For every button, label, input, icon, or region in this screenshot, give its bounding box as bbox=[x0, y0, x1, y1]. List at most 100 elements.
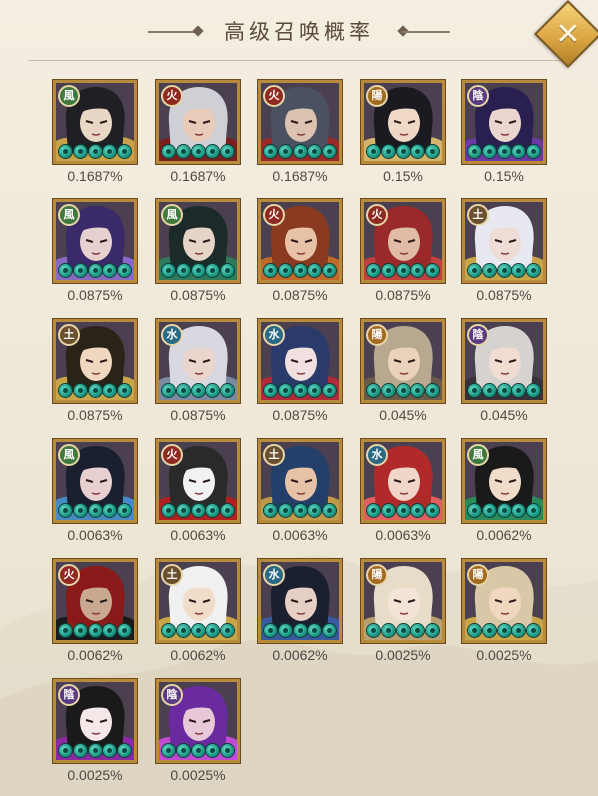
star-icon bbox=[308, 145, 322, 158]
star-icon bbox=[411, 145, 425, 158]
summon-rate-label: 0.1687% bbox=[272, 168, 328, 184]
star-icon bbox=[512, 145, 526, 158]
star-rating bbox=[468, 384, 540, 398]
character-portrait-frame[interactable]: 陰 bbox=[52, 678, 138, 764]
star-icon bbox=[191, 264, 205, 277]
character-portrait-frame[interactable]: 火 bbox=[52, 558, 138, 644]
star-icon bbox=[103, 264, 117, 277]
character-portrait-frame[interactable]: 陰 bbox=[461, 79, 547, 165]
character-portrait-frame[interactable]: 水 bbox=[360, 438, 446, 524]
star-icon bbox=[162, 384, 175, 397]
summon-rate-label: 0.0875% bbox=[170, 407, 226, 423]
star-icon bbox=[162, 504, 175, 517]
character-portrait-frame[interactable]: 風 bbox=[461, 438, 547, 524]
star-icon bbox=[396, 384, 410, 397]
yang-element-icon: 陽 bbox=[467, 564, 489, 586]
star-rating bbox=[367, 145, 439, 159]
star-icon bbox=[293, 264, 307, 277]
star-icon bbox=[264, 145, 277, 158]
star-icon bbox=[191, 744, 205, 757]
wind-element-icon: 風 bbox=[58, 204, 80, 226]
character-portrait-frame[interactable]: 陽 bbox=[360, 79, 446, 165]
star-rating bbox=[59, 384, 131, 398]
character-portrait-frame[interactable]: 土 bbox=[52, 318, 138, 404]
star-icon bbox=[396, 624, 410, 637]
star-icon bbox=[103, 145, 117, 158]
character-portrait-frame[interactable]: 風 bbox=[52, 79, 138, 165]
summon-rate-label: 0.0875% bbox=[67, 287, 123, 303]
star-icon bbox=[468, 384, 481, 397]
character-portrait-frame[interactable]: 風 bbox=[52, 438, 138, 524]
star-icon bbox=[59, 384, 72, 397]
character-portrait-frame[interactable]: 陰 bbox=[461, 318, 547, 404]
star-icon bbox=[411, 504, 425, 517]
star-icon bbox=[73, 264, 87, 277]
star-icon bbox=[278, 145, 292, 158]
character-card: 陽 0.15% bbox=[360, 79, 446, 196]
summon-rate-label: 0.1687% bbox=[67, 168, 123, 184]
star-icon bbox=[221, 744, 234, 757]
star-icon bbox=[426, 145, 439, 158]
summon-rate-label: 0.0025% bbox=[170, 767, 226, 783]
summon-rate-label: 0.0062% bbox=[170, 647, 226, 663]
character-portrait-frame[interactable]: 風 bbox=[155, 198, 241, 284]
character-portrait-frame[interactable]: 火 bbox=[360, 198, 446, 284]
star-icon bbox=[118, 384, 131, 397]
character-portrait-frame[interactable]: 水 bbox=[257, 318, 343, 404]
star-icon bbox=[367, 384, 380, 397]
star-icon bbox=[191, 145, 205, 158]
character-card: 火 0.0062% bbox=[52, 558, 138, 675]
star-icon bbox=[396, 504, 410, 517]
star-icon bbox=[221, 384, 234, 397]
character-card: 水 0.0063% bbox=[360, 438, 446, 555]
star-icon bbox=[527, 504, 540, 517]
star-icon bbox=[206, 744, 220, 757]
water-element-icon: 水 bbox=[161, 324, 183, 346]
star-icon bbox=[206, 504, 220, 517]
character-portrait-frame[interactable]: 土 bbox=[257, 438, 343, 524]
character-card: 火 0.0875% bbox=[360, 198, 446, 315]
star-icon bbox=[162, 264, 175, 277]
character-portrait-frame[interactable]: 土 bbox=[461, 198, 547, 284]
star-icon bbox=[381, 504, 395, 517]
star-icon bbox=[221, 624, 234, 637]
character-portrait-frame[interactable]: 火 bbox=[155, 79, 241, 165]
star-icon bbox=[278, 264, 292, 277]
character-portrait-frame[interactable]: 陽 bbox=[360, 558, 446, 644]
character-portrait-frame[interactable]: 水 bbox=[257, 558, 343, 644]
character-card: 土 0.0062% bbox=[155, 558, 241, 675]
star-rating bbox=[59, 504, 131, 518]
star-icon bbox=[88, 624, 102, 637]
star-icon bbox=[73, 145, 87, 158]
character-portrait-frame[interactable]: 土 bbox=[155, 558, 241, 644]
star-icon bbox=[59, 504, 72, 517]
star-icon bbox=[118, 145, 131, 158]
summon-rate-label: 0.1687% bbox=[170, 168, 226, 184]
character-portrait-frame[interactable]: 火 bbox=[155, 438, 241, 524]
star-icon bbox=[426, 264, 439, 277]
fire-element-icon: 火 bbox=[263, 204, 285, 226]
star-icon bbox=[206, 264, 220, 277]
star-rating bbox=[367, 384, 439, 398]
summon-rate-label: 0.0875% bbox=[375, 287, 431, 303]
star-icon bbox=[118, 264, 131, 277]
character-portrait-frame[interactable]: 火 bbox=[257, 79, 343, 165]
star-icon bbox=[512, 384, 526, 397]
yin-element-icon: 陰 bbox=[467, 85, 489, 107]
character-portrait-frame[interactable]: 陰 bbox=[155, 678, 241, 764]
fire-element-icon: 火 bbox=[161, 444, 183, 466]
star-icon bbox=[103, 624, 117, 637]
character-portrait-frame[interactable]: 風 bbox=[52, 198, 138, 284]
star-icon bbox=[367, 264, 380, 277]
star-icon bbox=[482, 145, 496, 158]
star-icon bbox=[497, 504, 511, 517]
earth-element-icon: 土 bbox=[161, 564, 183, 586]
character-portrait-frame[interactable]: 陽 bbox=[360, 318, 446, 404]
star-icon bbox=[278, 384, 292, 397]
star-rating bbox=[264, 145, 336, 159]
character-portrait-frame[interactable]: 火 bbox=[257, 198, 343, 284]
character-portrait-frame[interactable]: 陽 bbox=[461, 558, 547, 644]
character-card: 火 0.0875% bbox=[257, 198, 343, 315]
character-portrait-frame[interactable]: 水 bbox=[155, 318, 241, 404]
summon-rate-label: 0.0875% bbox=[272, 407, 328, 423]
